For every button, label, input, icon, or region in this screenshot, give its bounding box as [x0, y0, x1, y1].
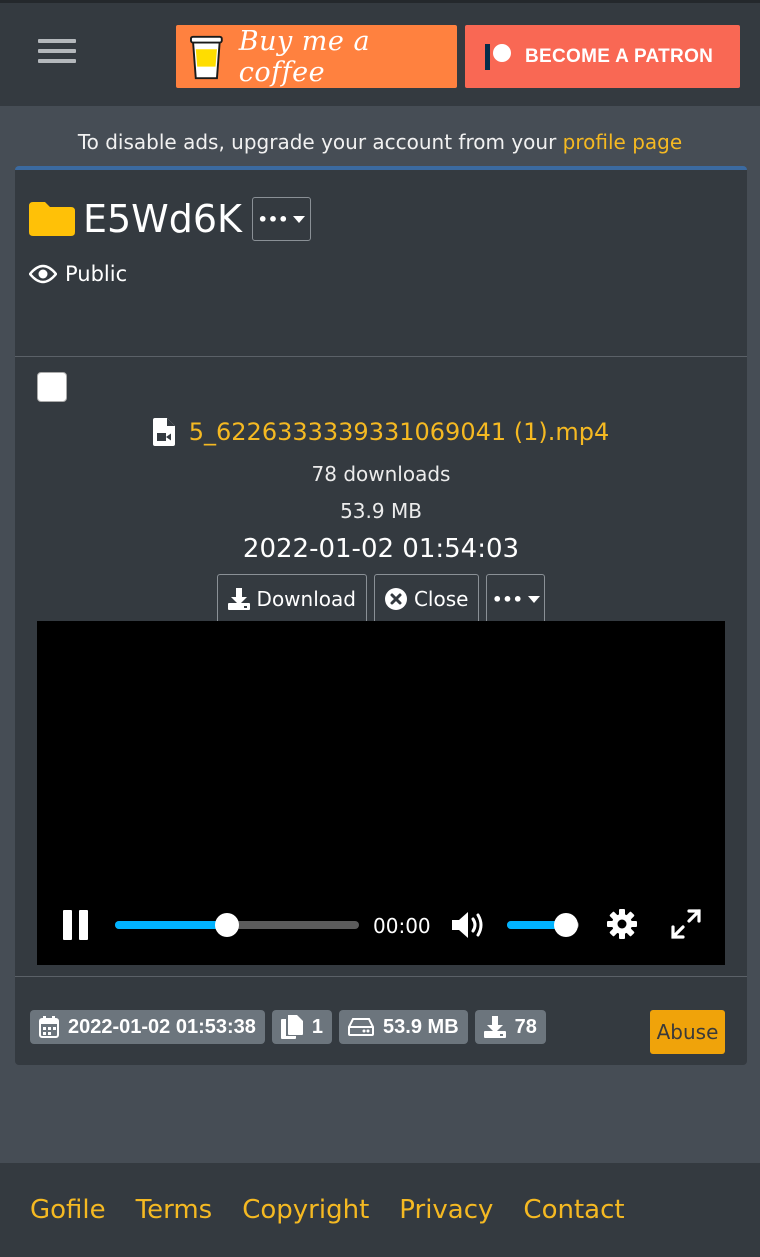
divider — [15, 976, 747, 977]
footer-link-terms[interactable]: Terms — [136, 1195, 213, 1225]
download-icon — [483, 1016, 506, 1038]
more-dots-icon: ••• — [492, 589, 523, 609]
footer-link-privacy[interactable]: Privacy — [399, 1195, 493, 1225]
download-button-label: Download — [256, 587, 356, 611]
volume-handle[interactable] — [554, 913, 579, 937]
folder-stats: 2022-01-02 01:53:38 1 53.9 MB 78 — [30, 1010, 546, 1044]
footer-link-copyright[interactable]: Copyright — [242, 1195, 369, 1225]
folder-icon — [29, 202, 75, 236]
footer-link-gofile[interactable]: Gofile — [30, 1195, 106, 1225]
volume-slider[interactable] — [507, 913, 579, 937]
eye-icon — [29, 264, 57, 284]
seek-progress — [115, 921, 228, 929]
close-button[interactable]: Close — [373, 574, 480, 624]
become-patron-button[interactable]: BECOME A PATRON — [465, 25, 740, 88]
file-options-button[interactable]: ••• — [486, 574, 546, 624]
volume-icon[interactable] — [451, 910, 487, 940]
visibility-label: Public — [65, 262, 128, 286]
folder-name: E5Wd6K — [83, 197, 242, 241]
fullscreen-icon[interactable] — [670, 908, 702, 940]
seek-handle[interactable] — [215, 913, 240, 937]
created-date-badge: 2022-01-02 01:53:38 — [30, 1010, 265, 1044]
caret-down-icon — [293, 215, 306, 223]
coffee-button-label: Buy me a coffee — [238, 25, 371, 88]
download-count: 78 — [514, 1015, 537, 1038]
current-time: 00:00 — [373, 914, 431, 938]
close-circle-icon — [384, 588, 407, 610]
total-size: 53.9 MB — [383, 1015, 459, 1038]
ads-notice: To disable ads, upgrade your account fro… — [0, 130, 760, 154]
buy-me-a-coffee-button[interactable]: Buy me a coffee — [176, 25, 457, 88]
footer-link-contact[interactable]: Contact — [523, 1195, 624, 1225]
pause-icon[interactable] — [63, 910, 89, 940]
file-download-count: 78 downloads — [311, 462, 451, 486]
ads-notice-text: To disable ads, upgrade your account fro… — [77, 130, 563, 154]
created-date: 2022-01-02 01:53:38 — [68, 1015, 256, 1038]
folder-options-button[interactable]: ••• — [251, 197, 311, 241]
hamburger-icon[interactable] — [38, 39, 76, 69]
video-player[interactable]: 00:00 — [37, 621, 725, 965]
more-dots-icon: ••• — [257, 209, 289, 229]
close-button-label: Close — [413, 587, 469, 611]
download-icon — [227, 588, 250, 610]
file-video-icon — [152, 418, 175, 446]
file-name-link[interactable]: 5_6226333339331069041 (1).mp4 — [189, 418, 610, 446]
download-count-badge: 78 — [474, 1010, 546, 1044]
file-count-badge: 1 — [271, 1010, 333, 1044]
file-title-row: 5_6226333339331069041 (1).mp4 — [15, 418, 747, 446]
hard-drive-icon — [348, 1018, 375, 1036]
divider — [15, 356, 747, 357]
visibility-status: Public — [29, 262, 127, 286]
patron-button-label: BECOME A PATRON — [525, 45, 714, 67]
coffee-cup-icon — [190, 35, 223, 79]
report-abuse-button[interactable]: Abuse — [650, 1010, 725, 1054]
gear-icon[interactable] — [607, 909, 637, 939]
top-navbar: Buy me a coffee BECOME A PATRON — [0, 0, 760, 106]
profile-page-link[interactable]: profile page — [563, 130, 682, 154]
file-size: 53.9 MB — [340, 499, 422, 523]
patreon-icon — [485, 43, 513, 70]
folder-card: E5Wd6K ••• Public 5_6226333339331069041 … — [15, 166, 747, 1065]
file-select-checkbox[interactable] — [37, 372, 67, 402]
caret-down-icon — [527, 595, 540, 603]
folder-header: E5Wd6K ••• — [29, 194, 311, 244]
video-controls: 00:00 — [37, 906, 725, 946]
total-size-badge: 53.9 MB — [339, 1010, 468, 1044]
download-button[interactable]: Download — [216, 574, 367, 624]
files-icon — [280, 1015, 303, 1039]
footer: Gofile Terms Copyright Privacy Contact — [0, 1163, 760, 1257]
file-count: 1 — [311, 1015, 324, 1038]
seek-slider[interactable] — [115, 913, 359, 937]
file-actions: Download Close ••• — [15, 574, 747, 624]
calendar-icon — [39, 1016, 59, 1038]
file-upload-date: 2022-01-02 01:54:03 — [242, 534, 520, 564]
